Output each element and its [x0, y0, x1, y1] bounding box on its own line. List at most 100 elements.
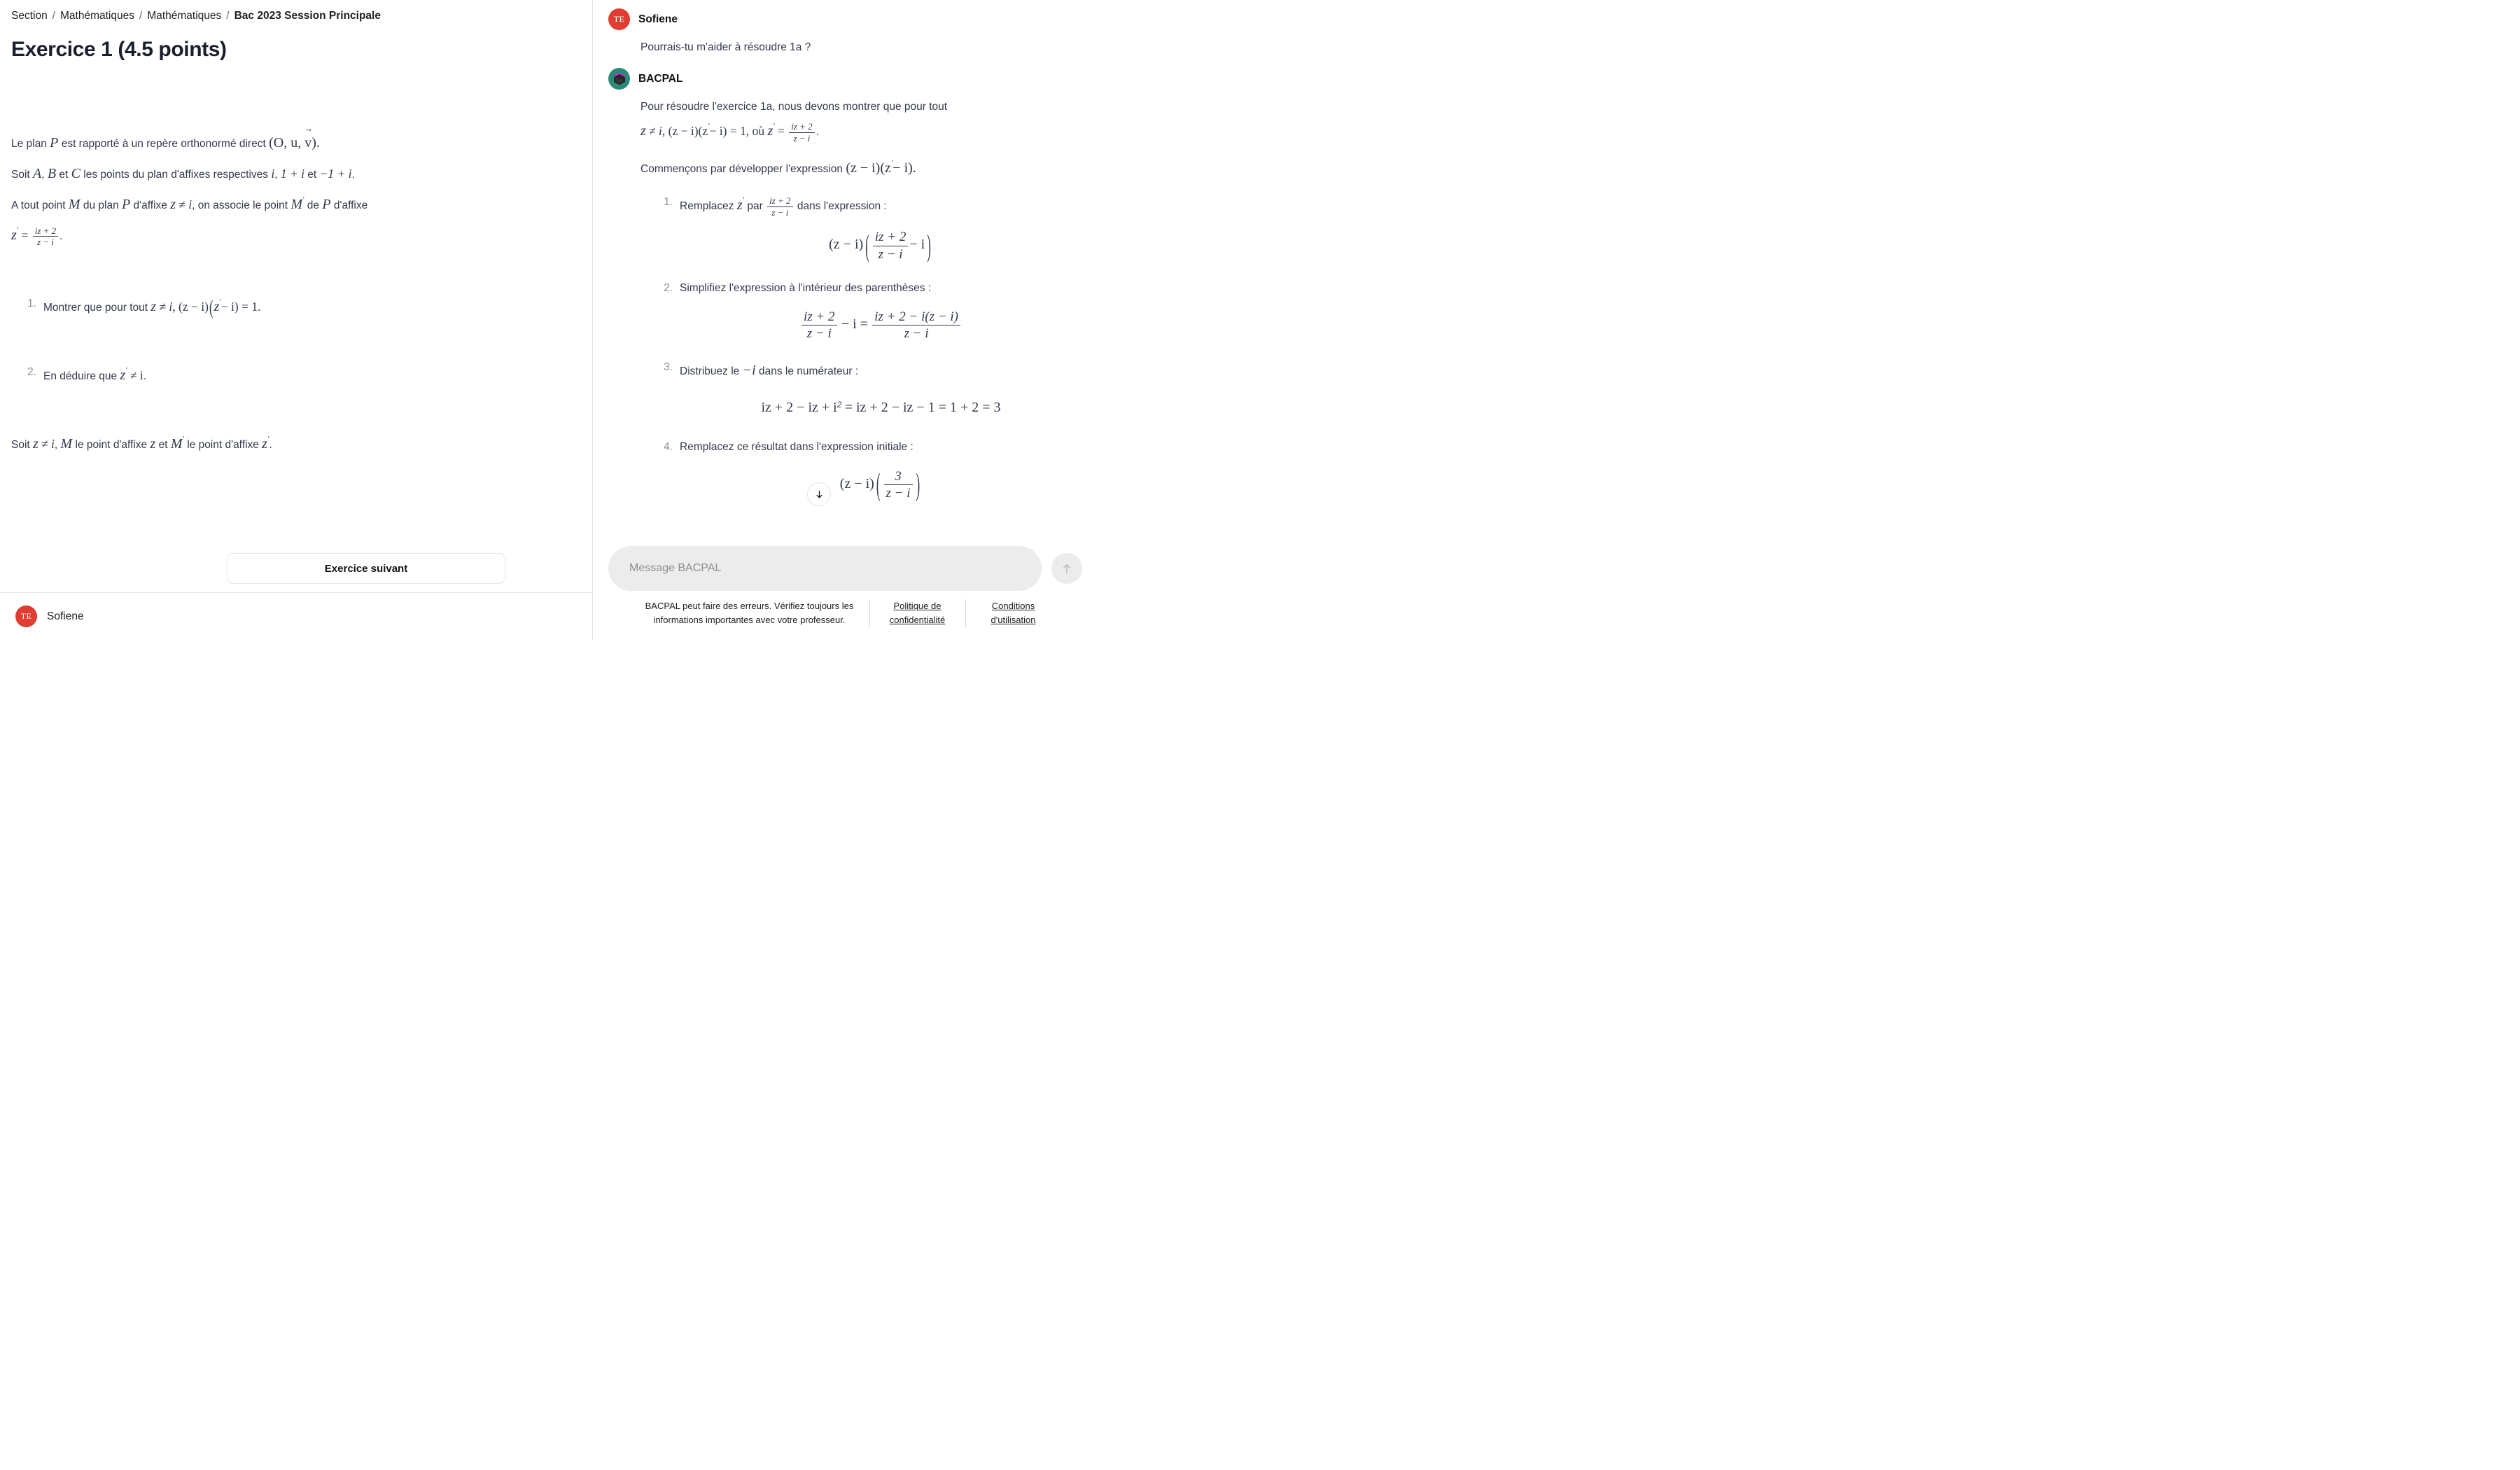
breadcrumb-item-section[interactable]: Section	[11, 10, 48, 22]
comma: ,	[274, 169, 281, 181]
statement-text: du plan	[80, 200, 122, 211]
math-fraction: iz + 2z − i	[789, 121, 815, 144]
fraction-numerator: iz + 2	[32, 225, 59, 237]
prime-mark: ′	[219, 297, 221, 306]
math-minus-one-plus-i: −1 + i	[319, 167, 352, 181]
math-fraction: 3z − i	[883, 468, 913, 501]
math-expr: (z − i)	[829, 237, 864, 253]
list-item-number: 4.	[664, 441, 673, 454]
scroll-to-bottom-button[interactable]	[807, 482, 831, 506]
breadcrumb-item-subject-2[interactable]: Mathématiques	[147, 10, 221, 22]
period: .	[269, 439, 272, 451]
fraction-denominator: z − i	[771, 206, 789, 218]
fraction-denominator: z − i	[904, 326, 929, 342]
list-item: 2. En déduire que z′ ≠ i.	[11, 361, 581, 389]
message-text: Pourrais-tu m'aider à résoudre 1a ?	[640, 41, 811, 53]
tail-text: et	[155, 439, 171, 451]
avatar: TE	[608, 8, 630, 30]
list-item: 4. Remplacez ce résultat dans l'expressi…	[660, 437, 1082, 507]
math-P: P	[50, 135, 59, 150]
send-message-button[interactable]	[1051, 552, 1082, 584]
bacpal-logo-icon	[608, 68, 630, 90]
math-M: M	[60, 436, 73, 451]
message-header: TE Sofiene	[608, 8, 1082, 30]
math-equals: =	[21, 228, 29, 242]
statement-text: les points du plan d'affixes respectives	[80, 169, 272, 181]
math-expr-tail: − i) = 1.	[220, 300, 261, 314]
breadcrumb-item-current: Bac 2023 Session Principale	[234, 10, 381, 22]
arrow-up-icon	[1063, 564, 1070, 573]
prime-mark: ′	[125, 365, 127, 374]
math-B: B	[47, 166, 57, 181]
statement-tail: Soit z ≠ i, M le point d'affixe z et M′ …	[11, 430, 581, 458]
arrow-down-icon	[816, 490, 822, 498]
math-expr: , (z − i)(z	[662, 124, 708, 139]
prime-mark: ′	[16, 225, 19, 234]
math-neq: ≠	[178, 197, 186, 211]
breadcrumb-item-subject[interactable]: Mathématiques	[60, 10, 134, 22]
left-paren: (	[876, 467, 881, 502]
math-expr: iz + 2 − iz + i	[761, 400, 837, 416]
breadcrumb-separator: /	[139, 10, 143, 22]
fraction-denominator: z − i	[806, 326, 832, 342]
step-text: dans l'expression :	[794, 200, 887, 213]
question-list: 1. Montrer que pour tout z ≠ i, (z − i)(…	[11, 293, 581, 389]
step-equation: iz + 2z − i − i = iz + 2 − i(z − i) z − i	[680, 309, 1082, 342]
math-z-prime: z	[262, 436, 267, 451]
left-paren: (	[209, 295, 214, 319]
user-footer[interactable]: TE Sofiene	[0, 592, 592, 640]
lesson-scroll-area[interactable]: Section / Mathématiques / Mathématiques / Bac …	[0, 0, 592, 553]
list-item-number: 2.	[664, 281, 673, 294]
statement-line-1: Le plan P est rapporté à un repère ortho…	[11, 120, 581, 157]
prime-mark: ′	[302, 195, 304, 204]
assistant-text: Commençons par développer l'expression	[640, 163, 846, 176]
list-item-number: 2.	[27, 366, 36, 378]
math-expr: , (z − i)	[172, 300, 209, 314]
user-name: Sofiene	[47, 610, 84, 622]
math-fraction: iz + 2z − i	[802, 309, 837, 342]
math-exponent: 2	[836, 400, 842, 410]
list-item-number: 1.	[664, 196, 673, 209]
tail-text: le point d'affixe	[183, 439, 262, 451]
exercise-statement: Le plan P est rapporté à un repère ortho…	[11, 120, 581, 249]
privacy-policy-link[interactable]: Politique de confidentialité	[881, 599, 954, 627]
message-input[interactable]	[608, 545, 1042, 591]
statement-text: A tout point	[11, 200, 69, 211]
math-minus-i: −i	[742, 363, 756, 379]
fraction-denominator: z − i	[886, 485, 911, 500]
list-item: 3. Distribuez le −i dans le numérateur :…	[660, 357, 1082, 427]
step-equation: iz + 2 − iz + i2 = iz + 2 − iz − 1 = 1 +…	[680, 394, 1082, 421]
prime-mark: ′	[267, 434, 270, 443]
statement-text: d'affixe	[130, 200, 171, 211]
prime-mark: ′	[708, 122, 710, 131]
step-text: Distribuez le	[680, 365, 743, 378]
math-fraction: iz + 2z − i	[872, 229, 909, 262]
next-exercise-button[interactable]: Exercice suivant	[227, 553, 505, 584]
terms-of-use-link[interactable]: Conditions d'utilisation	[977, 599, 1050, 627]
prime-mark: ′	[890, 159, 893, 168]
math-neq: ≠	[159, 300, 167, 314]
comma: ,	[54, 439, 61, 451]
math-expr: (z − i)	[839, 475, 874, 491]
math-fraction: iz + 2z − i	[767, 195, 793, 218]
math-M-prime: M	[170, 436, 183, 451]
step-text: Remplacez ce résultat dans l'expression …	[680, 441, 913, 454]
prime-mark: ′	[182, 434, 184, 443]
math-z: z	[33, 436, 38, 451]
message-author: BACPAL	[638, 72, 683, 85]
math-z: z	[640, 123, 646, 139]
divider	[965, 598, 966, 627]
question-text: Montrer que pour tout	[43, 302, 151, 314]
tail-text: le point d'affixe	[72, 439, 150, 451]
assistant-develop: Commençons par développer l'expression (…	[640, 155, 1082, 182]
solution-step-list: 1. Remplacez z′ par iz + 2z − i dans l'e…	[640, 192, 1082, 506]
comma: ,	[41, 169, 48, 181]
step-text: dans le numérateur :	[755, 365, 859, 378]
message-header: BACPAL	[608, 68, 1082, 90]
breadcrumb-separator: /	[52, 10, 56, 22]
statement-text: et	[304, 169, 320, 181]
disclaimer-text: BACPAL peut faire des erreurs. Vérifiez …	[645, 600, 854, 625]
chat-scroll-area[interactable]: TE Sofiene Pourrais-tu m'aider à résoudr…	[593, 0, 1098, 546]
math-neq: ≠	[130, 368, 137, 382]
statement-text: de	[304, 200, 323, 211]
